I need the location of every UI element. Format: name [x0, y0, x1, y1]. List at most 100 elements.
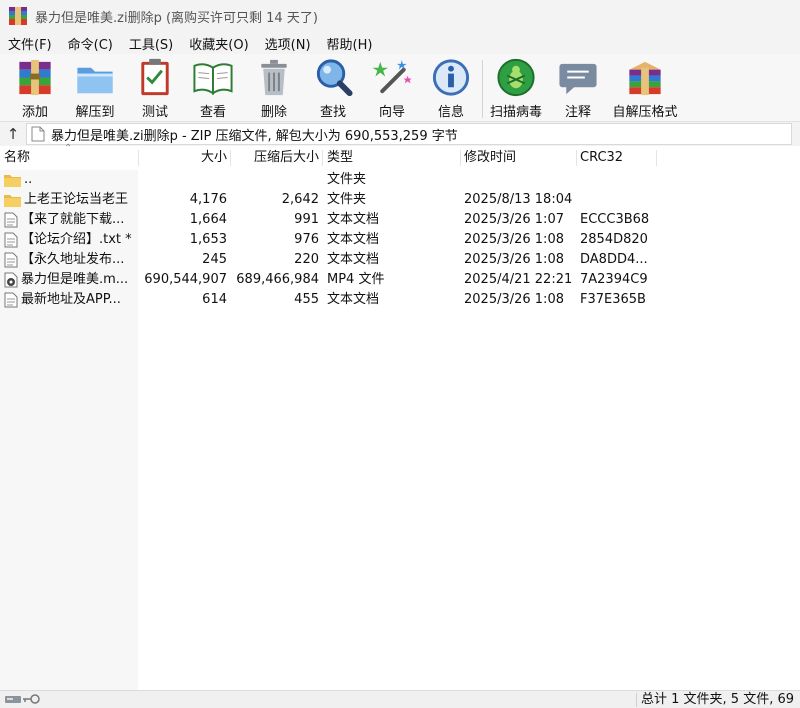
menu-favorites[interactable]: 收藏夹(O)	[189, 34, 248, 53]
column-header-type[interactable]: 类型	[327, 146, 353, 170]
table-row[interactable]: 最新地址及APP... 614 455 文本文档 2025/3/26 1:08 …	[0, 290, 800, 310]
path-text: 暴力但是唯美.zi删除p - ZIP 压缩文件, 解包大小为 690,553,2…	[51, 128, 458, 144]
delete-button[interactable]: 删除	[252, 56, 296, 120]
status-bar: 总计 1 文件夹, 5 文件, 69	[0, 690, 800, 708]
file-type: 文本文档	[327, 252, 380, 267]
info-button[interactable]: 信息	[429, 56, 473, 120]
window-title: 暴力但是唯美.zi删除p (离购买许可只剩 14 天了)	[35, 10, 318, 26]
column-header-packed[interactable]: 压缩后大小	[230, 146, 319, 170]
menu-commands[interactable]: 命令(C)	[68, 34, 113, 53]
file-type: 文件夹	[327, 192, 367, 207]
file-size: 690,544,907	[144, 272, 227, 287]
file-size: 1,664	[189, 212, 227, 227]
file-list: 名称 ⌃ 大小 压缩后大小 类型 修改时间 CRC32 .. 文件夹 上老王论坛…	[0, 143, 800, 690]
text-file-icon	[4, 292, 18, 308]
column-separator	[576, 150, 577, 166]
menu-tools[interactable]: 工具(S)	[129, 34, 173, 53]
file-crc: F37E365B	[580, 292, 646, 307]
file-crc: 2854D820	[580, 232, 648, 247]
wizard-wand-icon	[372, 59, 412, 94]
text-file-icon	[4, 252, 18, 268]
file-packed-size: 220	[294, 252, 319, 267]
comment-button[interactable]: 注释	[556, 56, 600, 120]
virus-scan-button[interactable]: 扫描病毒	[487, 56, 545, 120]
table-row[interactable]: 【来了就能下载... 1,664 991 文本文档 2025/3/26 1:07…	[0, 210, 800, 230]
column-separator	[460, 150, 461, 166]
folder-icon	[4, 195, 21, 207]
file-packed-size: 976	[294, 232, 319, 247]
menu-bar: 文件(F) 命令(C) 工具(S) 收藏夹(O) 选项(N) 帮助(H)	[0, 32, 800, 54]
view-book-icon	[193, 63, 233, 95]
menu-help[interactable]: 帮助(H)	[327, 34, 373, 53]
menu-file[interactable]: 文件(F)	[8, 34, 52, 53]
file-name: ..	[24, 172, 33, 187]
path-field[interactable]: 暴力但是唯美.zi删除p - ZIP 压缩文件, 解包大小为 690,553,2…	[26, 123, 792, 145]
table-row[interactable]: .. 文件夹	[0, 170, 800, 190]
file-name: 最新地址及APP...	[21, 292, 121, 307]
file-name: 【来了就能下载...	[21, 212, 125, 227]
file-crc: 7A2394C9	[580, 272, 648, 287]
video-file-icon	[4, 272, 18, 288]
file-type: MP4 文件	[327, 272, 385, 287]
text-file-icon	[4, 212, 18, 228]
file-modified: 2025/3/26 1:07	[464, 212, 564, 227]
file-name: 上老王论坛当老王	[24, 192, 129, 207]
test-button[interactable]: 测试	[133, 56, 177, 120]
sfx-button[interactable]: 自解压格式	[609, 56, 681, 120]
file-name: 暴力但是唯美.m...	[21, 272, 129, 287]
column-headers: 名称 ⌃ 大小 压缩后大小 类型 修改时间 CRC32	[0, 143, 800, 170]
column-header-modified[interactable]: 修改时间	[464, 146, 516, 170]
file-packed-size	[230, 170, 319, 190]
toolbar: 添加 解压到 测试 查看 删除 查找 向导 信息 扫描病毒 注释 自解压格式	[0, 54, 800, 122]
file-crc: DA8DD4...	[580, 252, 648, 267]
sfx-archive-icon	[629, 61, 661, 96]
file-size: 614	[202, 292, 227, 307]
file-size: 4,176	[189, 192, 227, 207]
add-archive-icon	[19, 59, 51, 96]
file-type: 文件夹	[327, 172, 367, 187]
extract-to-button[interactable]: 解压到	[73, 56, 117, 120]
file-modified: 2025/3/26 1:08	[464, 232, 564, 247]
file-type: 文本文档	[327, 212, 380, 227]
file-packed-size: 689,466,984	[236, 272, 319, 287]
find-button[interactable]: 查找	[311, 56, 355, 120]
table-row[interactable]: 【永久地址发布... 245 220 文本文档 2025/3/26 1:08 D…	[0, 250, 800, 270]
file-name: 【永久地址发布...	[21, 252, 125, 267]
toolbar-separator	[482, 60, 483, 118]
column-header-crc[interactable]: CRC32	[580, 146, 623, 170]
file-modified: 2025/8/13 18:04	[464, 192, 573, 207]
file-packed-size: 2,642	[281, 192, 319, 207]
magnifier-icon	[316, 59, 353, 97]
status-summary: 总计 1 文件夹, 5 文件, 69	[641, 692, 795, 707]
file-modified: 2025/4/21 22:21	[464, 272, 573, 287]
file-packed-size: 991	[294, 212, 319, 227]
document-icon	[31, 126, 45, 142]
sort-ascending-icon: ⌃	[64, 143, 73, 154]
table-row[interactable]: 上老王论坛当老王 4,176 2,642 文件夹 2025/8/13 18:04	[0, 190, 800, 210]
add-button[interactable]: 添加	[13, 56, 57, 120]
menu-options[interactable]: 选项(N)	[265, 34, 311, 53]
key-icon	[23, 694, 40, 704]
title-bar: 暴力但是唯美.zi删除p (离购买许可只剩 14 天了)	[0, 0, 800, 32]
drive-icon	[5, 696, 21, 703]
up-arrow-icon[interactable]: ↑	[0, 123, 26, 145]
file-modified: 2025/3/26 1:08	[464, 292, 564, 307]
column-separator	[322, 150, 323, 166]
file-packed-size: 455	[294, 292, 319, 307]
virus-scan-icon	[497, 58, 535, 97]
file-crc: ECCC3B68	[580, 212, 650, 227]
winrar-books-icon	[9, 7, 27, 25]
trash-icon	[261, 59, 287, 96]
column-header-name[interactable]: 名称	[4, 146, 30, 170]
comment-icon	[559, 63, 597, 95]
status-separator	[636, 693, 637, 707]
file-type: 文本文档	[327, 292, 380, 307]
extract-folder-icon	[77, 67, 113, 94]
wizard-button[interactable]: 向导	[370, 56, 414, 120]
info-icon	[432, 59, 470, 96]
table-row[interactable]: 【论坛介绍】.txt * 1,653 976 文本文档 2025/3/26 1:…	[0, 230, 800, 250]
view-button[interactable]: 查看	[191, 56, 235, 120]
column-header-size[interactable]: 大小	[138, 146, 227, 170]
folder-icon	[4, 175, 21, 187]
table-row[interactable]: 暴力但是唯美.m... 690,544,907 689,466,984 MP4 …	[0, 270, 800, 290]
